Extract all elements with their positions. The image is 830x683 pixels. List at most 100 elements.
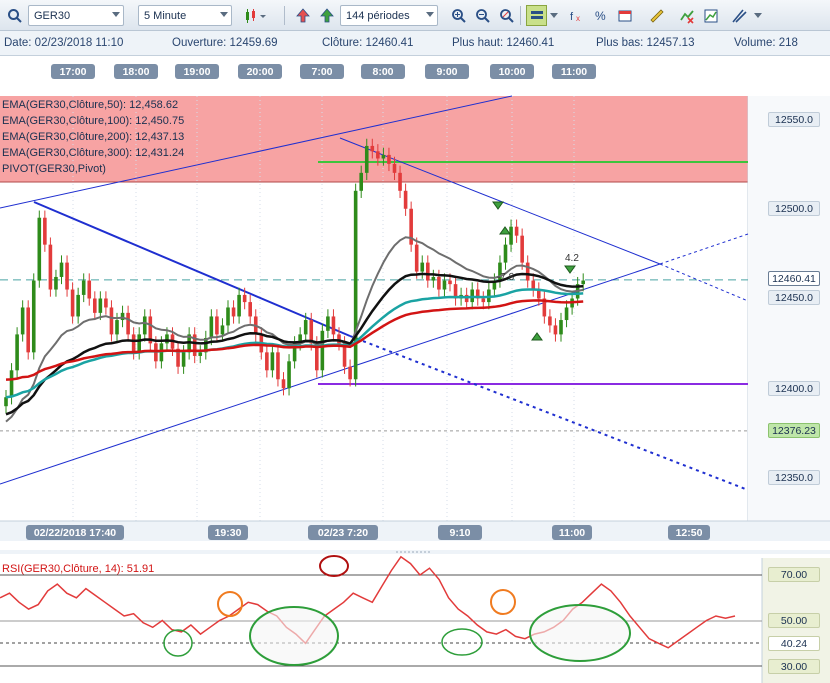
pane-divider[interactable] [0,550,830,554]
candle-body [387,154,391,164]
candle-body [553,325,558,335]
info-high: Plus haut: 12460.41 [452,37,555,49]
high-marker-label: 4.2 [565,253,579,264]
candle-body [181,352,186,367]
chevron-down-icon [220,12,228,17]
toolbar: GER30 5 Minute 144 périodes f x % [0,0,830,31]
chart-type-button[interactable] [240,5,270,26]
candle-body [215,316,219,335]
indicator-icon[interactable]: fx [566,5,587,26]
candle-body [31,280,36,353]
candle-body [320,330,325,371]
candle-body [237,294,241,317]
candle-body [370,145,375,152]
svg-text:x: x [576,14,580,23]
top-time-label: 18:00 [114,64,158,79]
top-time-label: 17:00 [51,64,95,79]
legend-ema200: EMA(GER30,Clôture,200): 12,437.13 [2,131,185,143]
chevron-down-icon [112,12,120,17]
trend-icon[interactable] [700,5,721,26]
candle-body [137,334,141,353]
candle-body [115,320,119,335]
top-time-label: 8:00 [361,64,405,79]
draw-tools-icon[interactable] [728,5,749,26]
candle-body [65,262,69,290]
periods-value: 144 périodes [346,9,410,22]
candle-body [93,298,97,313]
chevron-down-icon[interactable] [548,5,560,26]
low-marker-label: -7.8 [497,272,515,283]
candle-body [142,316,147,335]
zoom-out-icon[interactable] [472,5,493,26]
candle-body [70,289,75,317]
candle-body [514,226,519,236]
bottom-time-label: 12:50 [668,525,710,540]
percent-icon[interactable]: % [590,5,611,26]
legend-ema50: EMA(GER30,Clôture,50): 12,458.62 [2,99,179,111]
ohlc-info-bar: Date: 02/23/2018 11:10 Ouverture: 12459.… [0,31,830,56]
rsi-ellipse [249,606,339,666]
top-time-label: 19:00 [175,64,219,79]
chevron-down-icon[interactable] [752,5,764,26]
candle-body [15,334,19,371]
candle-body [87,280,92,299]
candle-body [37,217,42,281]
bookmark-green-icon[interactable] [316,5,337,26]
candle-body [131,334,136,353]
candle-body [165,334,169,344]
top-time-label: 9:00 [425,64,469,79]
search-icon[interactable] [4,5,25,26]
symbol-select[interactable]: GER30 [28,5,124,26]
top-time-label: 20:00 [238,64,282,79]
window-icon[interactable] [614,5,635,26]
chevron-down-icon [426,12,434,17]
bottom-time-label: 9:10 [438,525,482,540]
info-volume: Volume: 218 [734,37,798,49]
bottom-time-label: 11:00 [552,525,592,540]
price-label: 12400.0 [768,381,820,396]
candle-body [414,244,419,272]
candle-body [43,217,47,245]
candle-body [376,151,380,159]
candle-body [276,352,280,380]
candle-body [9,370,14,398]
candle-body [364,145,369,173]
candle-body [26,307,30,353]
timeframe-select[interactable]: 5 Minute [138,5,232,26]
candle-body [226,307,230,326]
candle-body [353,190,358,380]
top-time-label: 10:00 [490,64,534,79]
candle-body [209,316,214,338]
candle-body [437,276,441,290]
bottom-time-label: 02/23 7:20 [308,525,378,540]
candle-body [270,352,275,371]
candle-body [525,262,530,281]
candle-body [398,172,402,191]
bookmark-up-icon[interactable] [292,5,313,26]
symbol-value: GER30 [34,9,71,22]
top-time-label: 7:00 [300,64,344,79]
rsi-ellipse [529,604,631,662]
alert-icon[interactable] [676,5,697,26]
candle-body [326,316,330,331]
layout-icon[interactable] [526,5,547,26]
candle-body [126,312,130,335]
zoom-in-icon[interactable] [448,5,469,26]
legend-ema100: EMA(GER30,Clôture,100): 12,450.75 [2,115,185,127]
info-date: Date: 02/23/2018 11:10 [4,37,124,49]
timeframe-value: 5 Minute [144,9,187,22]
rsi-level-50: 50.00 [768,613,820,628]
info-close: Clôture: 12460.41 [322,37,414,49]
candle-body [48,244,53,290]
ruler-icon[interactable] [646,5,667,26]
price-label: 12350.0 [768,470,820,485]
candle-body [104,298,108,308]
price-label: 12460.41 [768,271,820,286]
candle-body [348,366,352,380]
periods-select[interactable]: 144 périodes [340,5,438,26]
zoom-reset-icon[interactable] [496,5,517,26]
candle-body [564,307,569,321]
candle-body [481,298,486,303]
candle-body [231,307,236,317]
candle-body [109,307,114,335]
